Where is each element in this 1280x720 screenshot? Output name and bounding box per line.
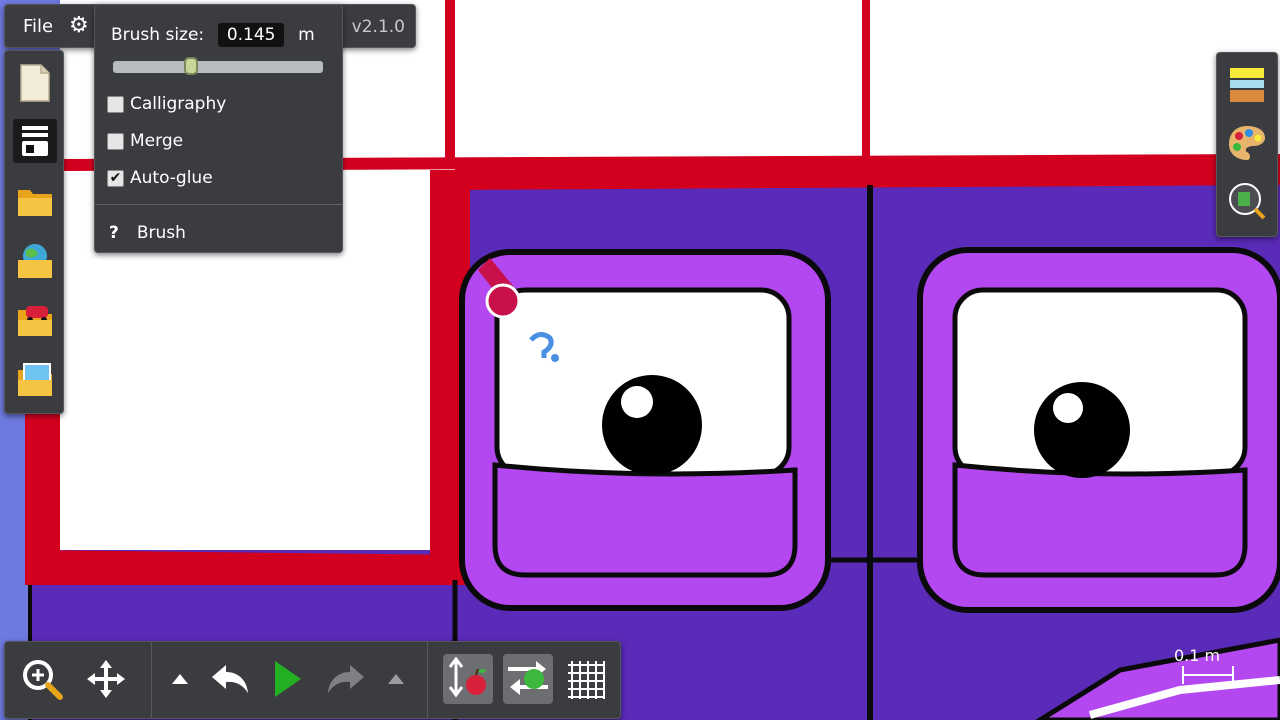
right-toolbar (1216, 52, 1278, 237)
brush-help-button[interactable]: ? Brush (107, 223, 186, 243)
calligraphy-checkbox[interactable] (107, 95, 124, 113)
gear-icon[interactable]: ⚙ (69, 13, 89, 38)
vehicle-folder-icon[interactable] (13, 297, 57, 341)
brush-size-label: Brush size: (111, 25, 205, 45)
color-palette-icon[interactable] (1225, 121, 1269, 165)
online-folder-icon[interactable] (13, 239, 57, 283)
redo-history-arrow-icon[interactable] (371, 654, 421, 704)
calligraphy-label: Calligraphy (130, 94, 227, 114)
merge-label: Merge (130, 131, 184, 151)
brush-size-unit: m (298, 25, 315, 45)
brush-size-row: Brush size: 0.145 m (111, 23, 315, 47)
brush-help-label: Brush (136, 223, 186, 243)
option-auto-glue[interactable]: ✔ Auto-glue (107, 168, 213, 188)
merge-checkbox[interactable] (107, 132, 124, 150)
image-folder-icon[interactable] (13, 357, 57, 401)
brush-size-input[interactable]: 0.145 (218, 23, 285, 47)
scale-label: 0.1 m (1174, 646, 1221, 665)
scale-bar (1182, 666, 1234, 684)
option-merge[interactable]: Merge (107, 131, 183, 151)
layer-panel-icon[interactable] (13, 119, 57, 163)
brush-settings-panel: Brush size: 0.145 m Calligraphy Merge ✔ … (94, 4, 343, 253)
grid-icon[interactable] (561, 654, 611, 704)
play-icon[interactable] (263, 654, 313, 704)
help-icon: ? (109, 223, 119, 243)
version-label: v2.1.0 (351, 17, 405, 37)
auto-glue-checkbox[interactable]: ✔ (107, 169, 124, 187)
brush-size-slider[interactable] (113, 57, 323, 75)
left-toolbar (4, 50, 64, 414)
undo-history-arrow-icon[interactable] (155, 654, 205, 704)
option-calligraphy[interactable]: Calligraphy (107, 94, 226, 114)
collision-toggle-icon[interactable] (503, 654, 553, 704)
layer-select-icon[interactable] (1225, 179, 1269, 223)
redo-icon[interactable] (321, 654, 371, 704)
bottom-toolbar (4, 641, 621, 719)
zoom-icon[interactable] (17, 654, 67, 704)
new-document-icon[interactable] (13, 61, 57, 105)
auto-glue-label: Auto-glue (130, 168, 213, 188)
open-folder-icon[interactable] (13, 179, 57, 223)
file-menu-button[interactable]: File (17, 15, 59, 38)
undo-icon[interactable] (205, 654, 255, 704)
slider-handle[interactable] (183, 57, 198, 75)
move-icon[interactable] (81, 654, 131, 704)
divider (95, 204, 342, 205)
materials-icon[interactable] (1225, 63, 1269, 107)
gravity-toggle-icon[interactable] (443, 654, 493, 704)
